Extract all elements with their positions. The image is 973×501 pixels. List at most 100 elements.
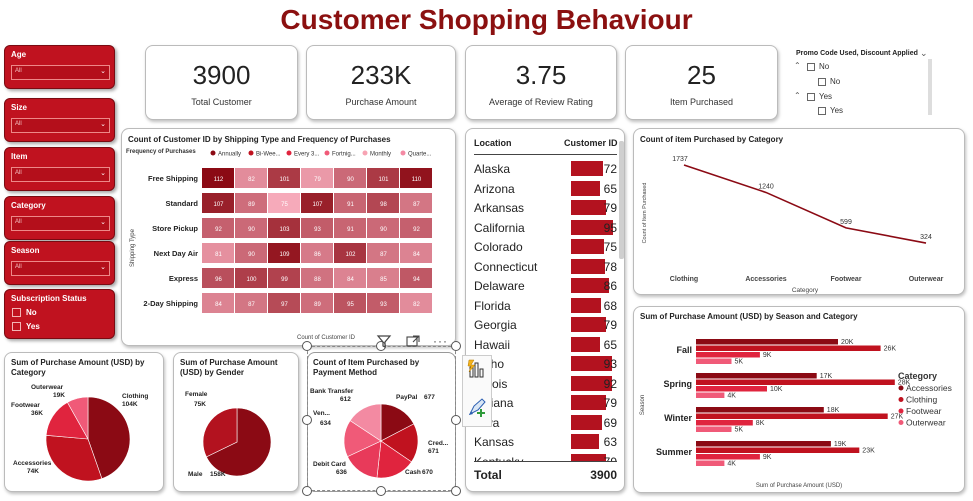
resize-handle[interactable]	[451, 341, 461, 351]
table-row[interactable]: Arizona 65	[474, 179, 617, 198]
bar	[696, 441, 831, 447]
location-table[interactable]: Location Customer ID Alaska 72 Arizona 65 Ar…	[465, 128, 625, 492]
cell-value: 79	[314, 177, 321, 183]
resize-handle[interactable]	[302, 341, 312, 351]
location-name: Arizona	[474, 181, 515, 196]
pie-gender-card[interactable]: Sum of Purchase Amount (USD) by Gender M…	[173, 352, 299, 492]
item-dropdown[interactable]: All ⌄	[11, 167, 110, 182]
season-slicer[interactable]: Season All ⌄	[4, 241, 115, 285]
table-row[interactable]: Delaware 86	[474, 276, 617, 295]
y-tick-label: Spring	[664, 379, 693, 389]
scrollbar[interactable]	[619, 141, 624, 259]
table-row[interactable]: Illinois92	[474, 374, 617, 393]
table-row[interactable]: Georgia 79	[474, 315, 617, 334]
age-dropdown[interactable]: All ⌄	[11, 65, 110, 80]
line-chart[interactable]: 1737 Clothing 1240 Accessories 599 Footwear 32…	[634, 129, 964, 294]
resize-handle[interactable]	[302, 415, 312, 425]
table-row[interactable]: Indiana 79	[474, 393, 617, 412]
filter-icon[interactable]	[376, 334, 392, 348]
chevron-down-icon[interactable]: ⌄	[920, 48, 928, 59]
heatmap-card[interactable]: Count of Customer ID by Shipping Type an…	[121, 128, 456, 346]
slice-name: Male	[188, 471, 203, 478]
checkbox[interactable]	[818, 107, 826, 115]
item-slicer[interactable]: Item All ⌄	[4, 147, 115, 191]
season-chart-card[interactable]: Sum of Purchase Amount (USD) by Season a…	[633, 306, 965, 493]
kpi-caption: Item Purchased	[669, 97, 734, 107]
resize-handle[interactable]	[302, 486, 312, 496]
kpi-review-rating: 3.75 Average of Review Rating	[465, 45, 617, 120]
location-name: Colorado	[474, 240, 523, 254]
location-name: Florida	[474, 298, 511, 313]
y-axis-label: Shipping Type	[130, 228, 136, 267]
customer-count: 63	[603, 435, 617, 449]
slice-name: Outerwear	[31, 384, 64, 391]
table-row[interactable]: Hawaii 65	[474, 335, 617, 354]
checkbox[interactable]	[807, 93, 815, 101]
scrollbar[interactable]	[928, 59, 932, 115]
legend-marker	[898, 420, 904, 425]
legend-marker	[362, 150, 368, 156]
table-row[interactable]: Kansas 63	[474, 432, 617, 451]
checkbox[interactable]	[12, 322, 21, 331]
legend-marker	[898, 397, 904, 402]
customer-count: 86	[603, 279, 617, 293]
size-slicer[interactable]: Size All ⌄	[4, 98, 115, 142]
format-visual-icon[interactable]	[466, 396, 488, 418]
data-bar	[571, 434, 599, 449]
pie-category-chart[interactable]: Clothing104K Accessories74K Footwear36K Out…	[5, 353, 163, 491]
table-row[interactable]: Idaho93	[474, 354, 617, 373]
data-bar	[571, 200, 606, 215]
legend-label: Quarte...	[408, 152, 432, 158]
table-row[interactable]: Colorado 75	[474, 237, 617, 256]
age-slicer[interactable]: Age All ⌄	[4, 45, 115, 89]
column-header-customer-id[interactable]: Customer ID	[564, 138, 618, 148]
checkbox[interactable]	[818, 78, 826, 86]
more-options-icon[interactable]: ···	[433, 334, 448, 348]
focus-mode-icon[interactable]	[405, 334, 421, 348]
category-slicer[interactable]: Category All ⌄	[4, 196, 115, 240]
pie-gender-chart[interactable]: Male 158K Female 75K	[174, 353, 298, 491]
pie-category-card[interactable]: Sum of Purchase Amount (USD) by Category…	[4, 352, 164, 492]
column-header-location[interactable]: Location	[474, 138, 512, 148]
table-row[interactable]: Arkansas 79	[474, 198, 617, 217]
heatmap-chart[interactable]: Free Shipping 112 82 101 79 90 101 110 Standard 1…	[122, 163, 455, 343]
season-dropdown[interactable]: All ⌄	[11, 261, 110, 276]
table-row[interactable]: California 95	[474, 218, 617, 237]
category-dropdown[interactable]: All ⌄	[11, 216, 110, 231]
cell-value: 93	[380, 302, 387, 308]
bar	[696, 447, 860, 453]
customer-count: 72	[603, 162, 617, 176]
legend-marker	[898, 385, 904, 391]
data-bar	[571, 161, 603, 176]
table-row[interactable]: Connecticut 78	[474, 257, 617, 276]
expand-icon[interactable]: ⌃	[794, 61, 801, 70]
cell-value: 89	[314, 302, 321, 308]
cell-value: 100	[246, 277, 257, 283]
build-visual-icon[interactable]	[466, 358, 488, 380]
checkbox[interactable]	[807, 63, 815, 71]
data-label: 1240	[758, 183, 774, 190]
table-row[interactable]: Alaska 72	[474, 159, 617, 178]
checkbox[interactable]	[12, 308, 21, 317]
kpi-value: 3900	[192, 60, 251, 90]
table-row[interactable]: Kentucky79	[474, 452, 617, 461]
season-bar-chart[interactable]: Fall20K26K9K5KSpring17K28K10K4KWinter18K…	[634, 307, 964, 492]
line-chart-card[interactable]: Count of item Purchased by Category 1737…	[633, 128, 965, 295]
x-axis-label: Sum of Purchase Amount (USD)	[756, 483, 842, 489]
legend-title: Category	[898, 371, 937, 381]
resize-handle[interactable]	[451, 486, 461, 496]
resize-handle[interactable]	[376, 486, 386, 496]
expand-icon[interactable]: ⌃	[794, 91, 801, 100]
table-row[interactable]: Iowa69	[474, 413, 617, 432]
subscription-slicer[interactable]: Subscription Status No Yes	[4, 289, 115, 339]
promo-slicer[interactable]: Promo Code Used, Discount Applied ⌄ ⌃ No…	[786, 45, 936, 120]
cell-value: 107	[213, 202, 224, 208]
table-row[interactable]: Florida 68	[474, 296, 617, 315]
location-name: California	[474, 220, 525, 235]
bar	[696, 420, 753, 426]
size-dropdown[interactable]: All ⌄	[11, 118, 110, 133]
data-label: 324	[920, 234, 932, 241]
kpi-total-customer: 3900 Total Customer	[145, 45, 298, 120]
resize-handle[interactable]	[451, 415, 461, 425]
legend-marker	[286, 150, 292, 156]
